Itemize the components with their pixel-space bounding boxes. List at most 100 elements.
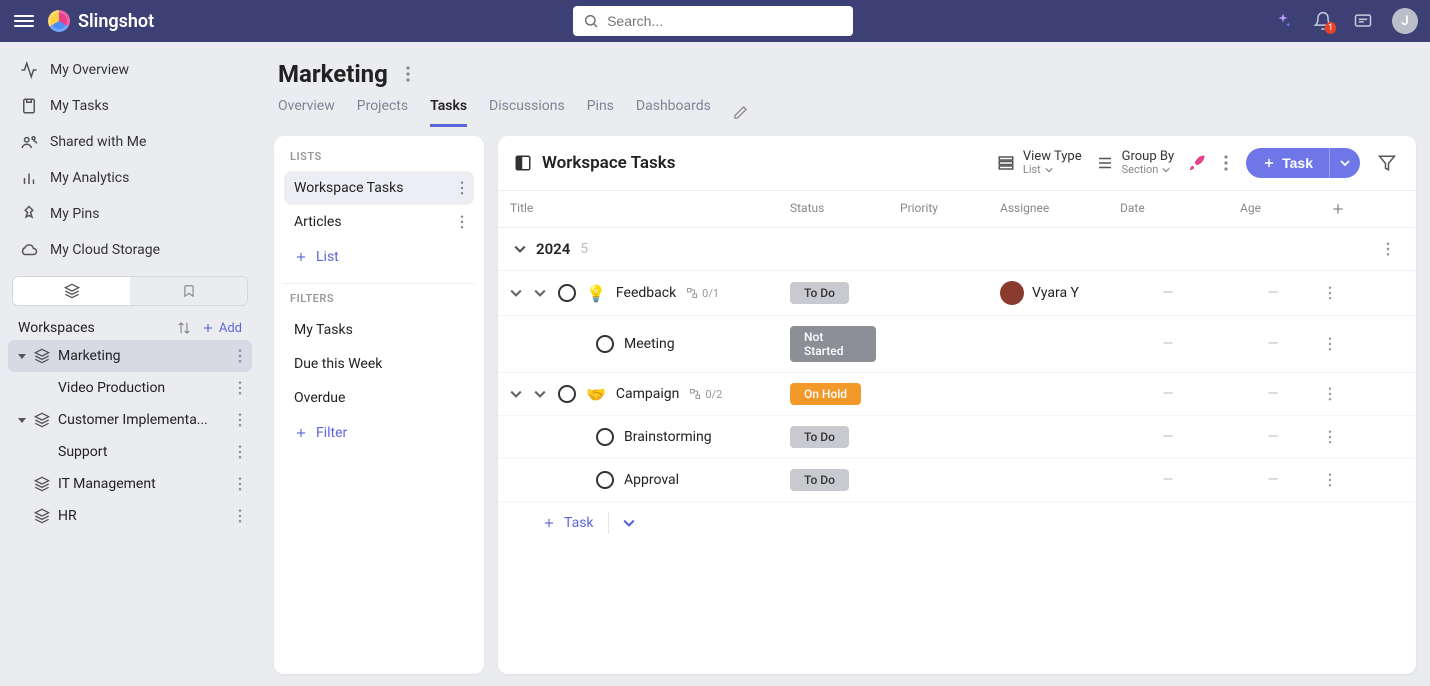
workspace-more-icon[interactable] <box>238 381 242 395</box>
chevron-down-icon[interactable] <box>510 287 524 299</box>
nav-item-my-analytics[interactable]: My Analytics <box>8 160 252 196</box>
workspace-more-icon[interactable] <box>238 349 242 363</box>
nav-item-my-cloud-storage[interactable]: My Cloud Storage <box>8 232 252 268</box>
workspace-item[interactable]: HR <box>8 500 252 532</box>
nav-label: My Pins <box>50 206 100 222</box>
add-workspace-button[interactable]: Add <box>201 321 242 336</box>
task-row[interactable]: 🤝 Campaign 0/2 On Hold — — <box>498 373 1416 416</box>
add-task-dropdown[interactable] <box>623 517 635 529</box>
tab-dashboards[interactable]: Dashboards <box>636 98 711 127</box>
col-priority[interactable]: Priority <box>888 191 988 227</box>
chat-icon[interactable] <box>1352 10 1374 32</box>
filter-item[interactable]: Overdue <box>284 381 474 415</box>
chevron-down-icon[interactable] <box>510 388 524 400</box>
tasks-more-icon[interactable] <box>1220 151 1232 175</box>
workspace-child-item[interactable]: Video Production <box>8 372 252 404</box>
row-more-icon[interactable] <box>1318 337 1362 351</box>
group-by-selector[interactable]: Group By Section <box>1096 150 1175 176</box>
row-more-icon[interactable] <box>1318 430 1362 444</box>
chevron-down-icon[interactable] <box>534 388 548 400</box>
col-status[interactable]: Status <box>778 191 888 227</box>
tab-pins[interactable]: Pins <box>587 98 614 127</box>
row-more-icon[interactable] <box>1318 286 1362 300</box>
status-pill[interactable]: To Do <box>790 282 849 304</box>
nav-item-my-overview[interactable]: My Overview <box>8 52 252 88</box>
complete-circle[interactable] <box>558 284 576 302</box>
page-more-icon[interactable] <box>402 62 414 86</box>
nav-label: My Cloud Storage <box>50 242 160 258</box>
group-row[interactable]: 2024 5 <box>498 228 1416 271</box>
list-item[interactable]: Workspace Tasks <box>284 171 474 205</box>
search-input[interactable] <box>607 13 843 29</box>
col-assignee[interactable]: Assignee <box>988 191 1108 227</box>
workspace-more-icon[interactable] <box>238 509 242 523</box>
stack-icon <box>34 412 50 428</box>
add-column-icon[interactable] <box>1318 191 1362 227</box>
task-row[interactable]: Brainstorming To Do — — <box>498 416 1416 459</box>
add-list-button[interactable]: List <box>284 239 474 275</box>
workspace-stack-toggle[interactable] <box>13 277 130 305</box>
new-task-dropdown[interactable] <box>1329 148 1360 178</box>
workspaces-label: Workspaces <box>18 320 95 336</box>
tab-discussions[interactable]: Discussions <box>489 98 565 127</box>
row-more-icon[interactable] <box>1318 473 1362 487</box>
caret-icon[interactable] <box>18 418 26 423</box>
list-item-more-icon[interactable] <box>460 215 464 229</box>
user-avatar[interactable]: J <box>1392 8 1418 34</box>
task-row[interactable]: 💡 Feedback 0/1 To Do Vyara Y — — <box>498 271 1416 316</box>
chevron-down-icon[interactable] <box>534 287 548 299</box>
tab-projects[interactable]: Projects <box>357 98 408 127</box>
add-filter-button[interactable]: Filter <box>284 415 474 451</box>
col-title[interactable]: Title <box>498 191 778 227</box>
search-box[interactable] <box>573 6 853 36</box>
list-item[interactable]: Articles <box>284 205 474 239</box>
new-task-button[interactable]: Task <box>1246 148 1329 178</box>
workspace-more-icon[interactable] <box>238 477 242 491</box>
notifications-icon[interactable]: 1 <box>1312 10 1334 32</box>
task-row[interactable]: Approval To Do — — <box>498 459 1416 502</box>
col-date[interactable]: Date <box>1108 191 1228 227</box>
tab-overview[interactable]: Overview <box>278 98 335 127</box>
workspace-item[interactable]: Marketing <box>8 340 252 372</box>
view-type-selector[interactable]: View Type List <box>997 150 1082 176</box>
assignee-name: Vyara Y <box>1032 285 1079 301</box>
workspace-item[interactable]: Customer Implementa... <box>8 404 252 436</box>
nav-item-my-tasks[interactable]: My Tasks <box>8 88 252 124</box>
row-more-icon[interactable] <box>1318 387 1362 401</box>
complete-circle[interactable] <box>596 428 614 446</box>
group-more-icon[interactable] <box>1376 242 1400 256</box>
subtask-indicator: 0/2 <box>689 388 722 401</box>
filter-item[interactable]: My Tasks <box>284 313 474 347</box>
filter-icon[interactable] <box>1374 150 1400 176</box>
workspace-child-item[interactable]: Support <box>8 436 252 468</box>
caret-icon[interactable] <box>18 354 26 359</box>
workspace-more-icon[interactable] <box>238 445 242 459</box>
list-item-more-icon[interactable] <box>460 181 464 195</box>
workspace-bookmark-toggle[interactable] <box>130 277 247 305</box>
page-title: Marketing <box>278 60 388 88</box>
edit-tabs-icon[interactable] <box>733 105 748 120</box>
sparkle-icon[interactable] <box>1272 10 1294 32</box>
col-age[interactable]: Age <box>1228 191 1318 227</box>
complete-circle[interactable] <box>596 335 614 353</box>
complete-circle[interactable] <box>558 385 576 403</box>
status-pill[interactable]: To Do <box>790 426 849 448</box>
workspace-item[interactable]: IT Management <box>8 468 252 500</box>
nav-item-my-pins[interactable]: My Pins <box>8 196 252 232</box>
menu-icon[interactable] <box>12 9 36 33</box>
share-icon <box>20 133 38 151</box>
app-logo[interactable]: Slingshot <box>48 10 154 32</box>
filter-item[interactable]: Due this Week <box>284 347 474 381</box>
add-task-button[interactable]: Task <box>542 515 594 531</box>
status-pill[interactable]: On Hold <box>790 383 861 405</box>
complete-circle[interactable] <box>596 471 614 489</box>
status-pill[interactable]: To Do <box>790 469 849 491</box>
sort-icon[interactable] <box>177 321 191 335</box>
task-row[interactable]: Meeting Not Started — — <box>498 316 1416 373</box>
rocket-icon[interactable] <box>1188 154 1206 172</box>
tab-tasks[interactable]: Tasks <box>430 98 467 127</box>
workspace-more-icon[interactable] <box>238 413 242 427</box>
status-pill[interactable]: Not Started <box>790 326 876 362</box>
chevron-down-icon[interactable] <box>514 243 526 255</box>
nav-item-shared-with-me[interactable]: Shared with Me <box>8 124 252 160</box>
